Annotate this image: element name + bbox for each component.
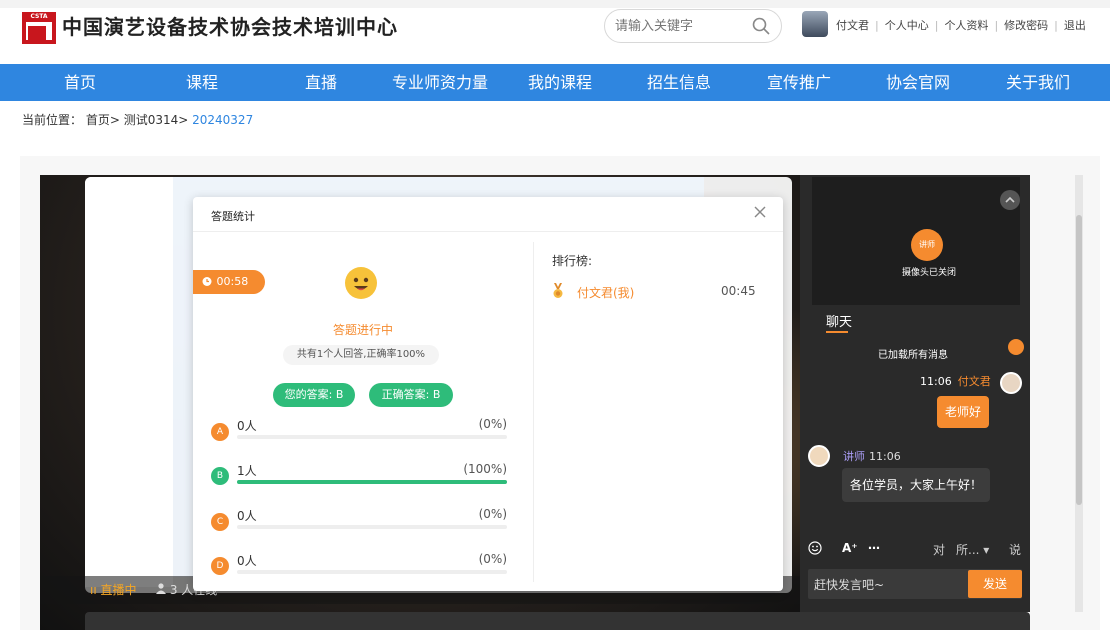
breadcrumb-path[interactable]: 首页> 测试0314> <box>86 113 192 127</box>
option-d-bar <box>237 570 507 574</box>
search-input[interactable] <box>615 17 745 35</box>
recipient-value: 所... <box>956 543 980 557</box>
nav-item-enrollment[interactable]: 招生信息 <box>636 64 722 101</box>
option-b-percent: (100%) <box>463 462 507 476</box>
change-password-link[interactable]: 修改密码 <box>1004 19 1048 32</box>
option-b-count: 1人 <box>237 464 257 478</box>
close-icon[interactable] <box>751 203 769 221</box>
option-b-fill <box>237 480 507 484</box>
font-size-icon[interactable]: A⁺ <box>842 541 858 555</box>
option-d-count: 0人 <box>237 554 257 568</box>
nav-item-courses[interactable]: 课程 <box>162 64 242 101</box>
emoji-icon[interactable] <box>808 541 822 558</box>
message-sender: 付文君 <box>957 375 991 388</box>
nav-item-association-site[interactable]: 协会官网 <box>875 64 961 101</box>
option-a-count: 0人 <box>237 419 257 433</box>
loaded-notice: 已加载所有消息 <box>878 350 948 361</box>
user-links: 付文君 | 个人中心 | 个人资料 | 修改密码 | 退出 <box>836 19 1086 32</box>
search-icon[interactable] <box>751 16 771 40</box>
main-nav: 首页 课程 直播 专业师资力量 我的课程 招生信息 宣传推广 协会官网 关于我们 <box>0 64 1110 101</box>
user-avatar[interactable] <box>802 11 828 37</box>
top-strip <box>0 0 1110 8</box>
bottom-bar <box>85 612 1030 630</box>
option-c-percent: (0%) <box>478 507 507 521</box>
tab-chat[interactable]: 聊天 <box>826 311 852 330</box>
recipient-select[interactable]: 所... ▾ <box>956 541 989 558</box>
leaderboard-name: 付文君(我) <box>577 286 635 300</box>
breadcrumb-current: 20240327 <box>192 113 254 127</box>
leaderboard-title: 排行榜: <box>552 254 593 268</box>
nav-item-teachers[interactable]: 专业师资力量 <box>385 64 495 101</box>
chat-input-placeholder: 赶快发言吧~ <box>814 578 885 592</box>
option-a-badge: A <box>211 423 229 441</box>
scrollbar-thumb[interactable] <box>1076 215 1082 505</box>
user-chat-avatar <box>1000 372 1022 394</box>
message-time: 11:06 <box>920 375 952 388</box>
site-header: CSTA 中国演艺设备技术协会技术培训中心 付文君|个人中心|个人资料|修改密码… <box>0 0 1110 64</box>
modal-title: 答题统计 <box>211 210 255 223</box>
message-bubble: 老师好 <box>937 396 990 428</box>
user-name-link[interactable]: 付文君 <box>836 19 869 32</box>
logout-link[interactable]: 退出 <box>1064 19 1086 32</box>
live-status: ıı 直播中 <box>90 583 137 597</box>
message-time: 11:06 <box>869 450 901 463</box>
correct-answer-badge: 正确答案: B <box>369 383 453 407</box>
option-c-bar <box>237 525 507 529</box>
nav-item-home[interactable]: 首页 <box>40 64 120 101</box>
search-box[interactable] <box>604 9 782 43</box>
teacher-chat-avatar <box>808 445 830 467</box>
site-title[interactable]: 中国演艺设备技术协会技术培训中心 <box>62 11 398 40</box>
send-button[interactable]: 发送 <box>968 570 1022 598</box>
option-b-badge: B <box>211 467 229 485</box>
breadcrumb: 当前位置： 首页> 测试0314> 20240327 <box>22 111 253 128</box>
personal-center-link[interactable]: 个人中心 <box>885 19 929 32</box>
message-meta: 讲师 11:06 <box>843 448 901 464</box>
medal-icon <box>552 283 564 299</box>
smiley-icon <box>341 263 381 303</box>
option-a-bar <box>237 435 507 439</box>
countdown-timer: 00:58 <box>193 270 265 294</box>
option-b-bar <box>237 480 507 484</box>
option-d-badge: D <box>211 557 229 575</box>
teacher-camera: 讲师 摄像头已关闭 <box>812 177 1020 305</box>
nav-item-live[interactable]: 直播 <box>281 64 361 101</box>
say-label: 说 <box>1009 543 1022 557</box>
quiz-summary: 共有1个人回答,正确率100% <box>283 345 439 365</box>
alarm-clock-icon <box>202 277 212 286</box>
personal-info-link[interactable]: 个人资料 <box>944 19 988 32</box>
person-icon <box>156 583 166 594</box>
option-a-percent: (0%) <box>478 417 507 431</box>
timer-text: 00:58 <box>216 275 249 288</box>
collapse-icon[interactable] <box>1000 190 1020 210</box>
option-d-percent: (0%) <box>478 552 507 566</box>
camera-status: 摄像头已关闭 <box>901 268 956 278</box>
nav-item-about[interactable]: 关于我们 <box>995 64 1081 101</box>
logo-text: CSTA <box>22 12 56 22</box>
gift-icon[interactable] <box>1008 339 1024 355</box>
teacher-badge: 讲师 <box>911 229 943 261</box>
quiz-status: 答题进行中 <box>332 323 393 337</box>
option-c-badge: C <box>211 513 229 531</box>
message-sender: 讲师 <box>843 450 865 463</box>
nav-item-my-courses[interactable]: 我的课程 <box>517 64 603 101</box>
to-label: 对 <box>933 543 946 557</box>
your-answer-badge: 您的答案: B <box>273 383 355 407</box>
option-c-count: 0人 <box>237 509 257 523</box>
chat-panel: 讲师 摄像头已关闭 聊天 已加载所有消息 11:06 付文君 老师好 讲师 11:0… <box>800 175 1030 612</box>
message-bubble: 各位学员，大家上午好！ <box>842 468 991 502</box>
more-icon[interactable]: ⋯ <box>868 541 880 555</box>
nav-item-promotion[interactable]: 宣传推广 <box>756 64 842 101</box>
message-meta: 11:06 付文君 <box>920 373 991 389</box>
chat-toolbar: A⁺ ⋯ 对 所... ▾ 说 <box>800 533 1030 563</box>
breadcrumb-prefix: 当前位置： <box>22 113 83 127</box>
site-logo[interactable]: CSTA <box>22 12 56 44</box>
leaderboard-time: 00:45 <box>721 284 756 298</box>
quiz-stats-modal: 答题统计 00:58 答题进行中 共有1个人回答,正确率100% 您的答案: B… <box>193 197 783 591</box>
